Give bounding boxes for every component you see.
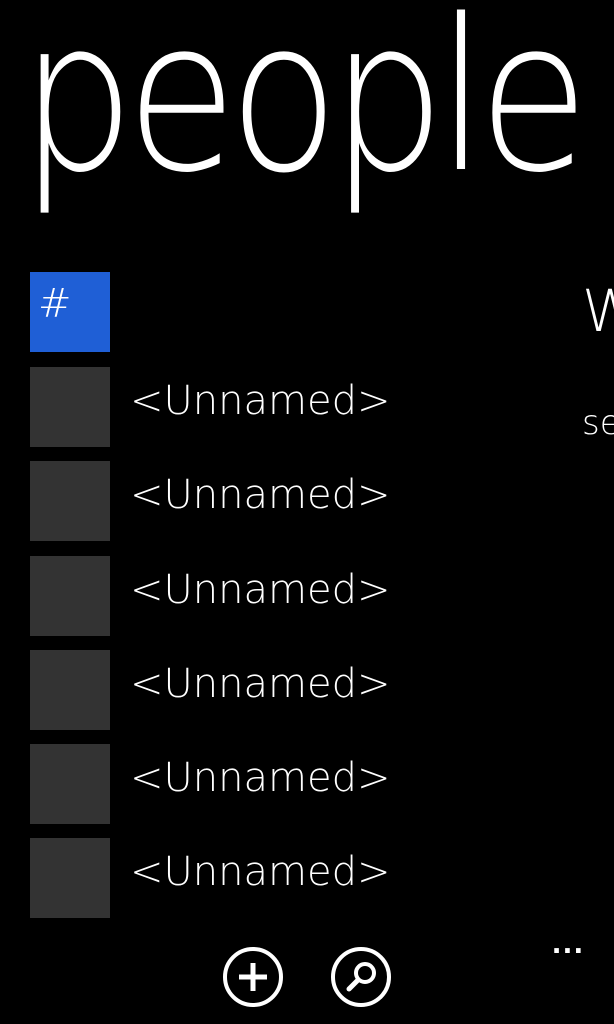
next-pivot-heading-peek[interactable]: W xyxy=(582,282,614,340)
list-item[interactable]: <Unnamed> xyxy=(30,556,450,636)
list-item[interactable]: <Unnamed> xyxy=(30,650,450,730)
add-icon xyxy=(223,947,283,1007)
group-letter: # xyxy=(38,281,72,327)
contact-avatar xyxy=(30,744,110,824)
list-item[interactable]: <Unnamed> xyxy=(30,461,450,541)
more-options-button[interactable]: ... xyxy=(548,930,588,960)
search-icon xyxy=(331,947,391,1007)
contact-avatar xyxy=(30,838,110,918)
group-header-hash[interactable]: # xyxy=(30,272,450,352)
list-item[interactable]: <Unnamed> xyxy=(30,744,450,824)
search-button[interactable] xyxy=(330,946,392,1008)
contact-avatar xyxy=(30,650,110,730)
contact-name: <Unnamed> xyxy=(130,849,391,895)
contact-avatar xyxy=(30,461,110,541)
page-title: people xyxy=(20,0,589,219)
list-item[interactable]: <Unnamed> xyxy=(30,367,450,447)
contact-name: <Unnamed> xyxy=(130,567,391,613)
contact-name: <Unnamed> xyxy=(130,661,391,707)
contact-name: <Unnamed> xyxy=(130,472,391,518)
group-tile[interactable]: # xyxy=(30,272,110,352)
add-button[interactable] xyxy=(222,946,284,1008)
contact-name: <Unnamed> xyxy=(130,755,391,801)
next-pivot-text-peek: se xyxy=(582,406,614,440)
list-item[interactable]: <Unnamed> xyxy=(30,838,450,918)
contact-avatar xyxy=(30,556,110,636)
contact-avatar xyxy=(30,367,110,447)
contact-name: <Unnamed> xyxy=(130,378,391,424)
